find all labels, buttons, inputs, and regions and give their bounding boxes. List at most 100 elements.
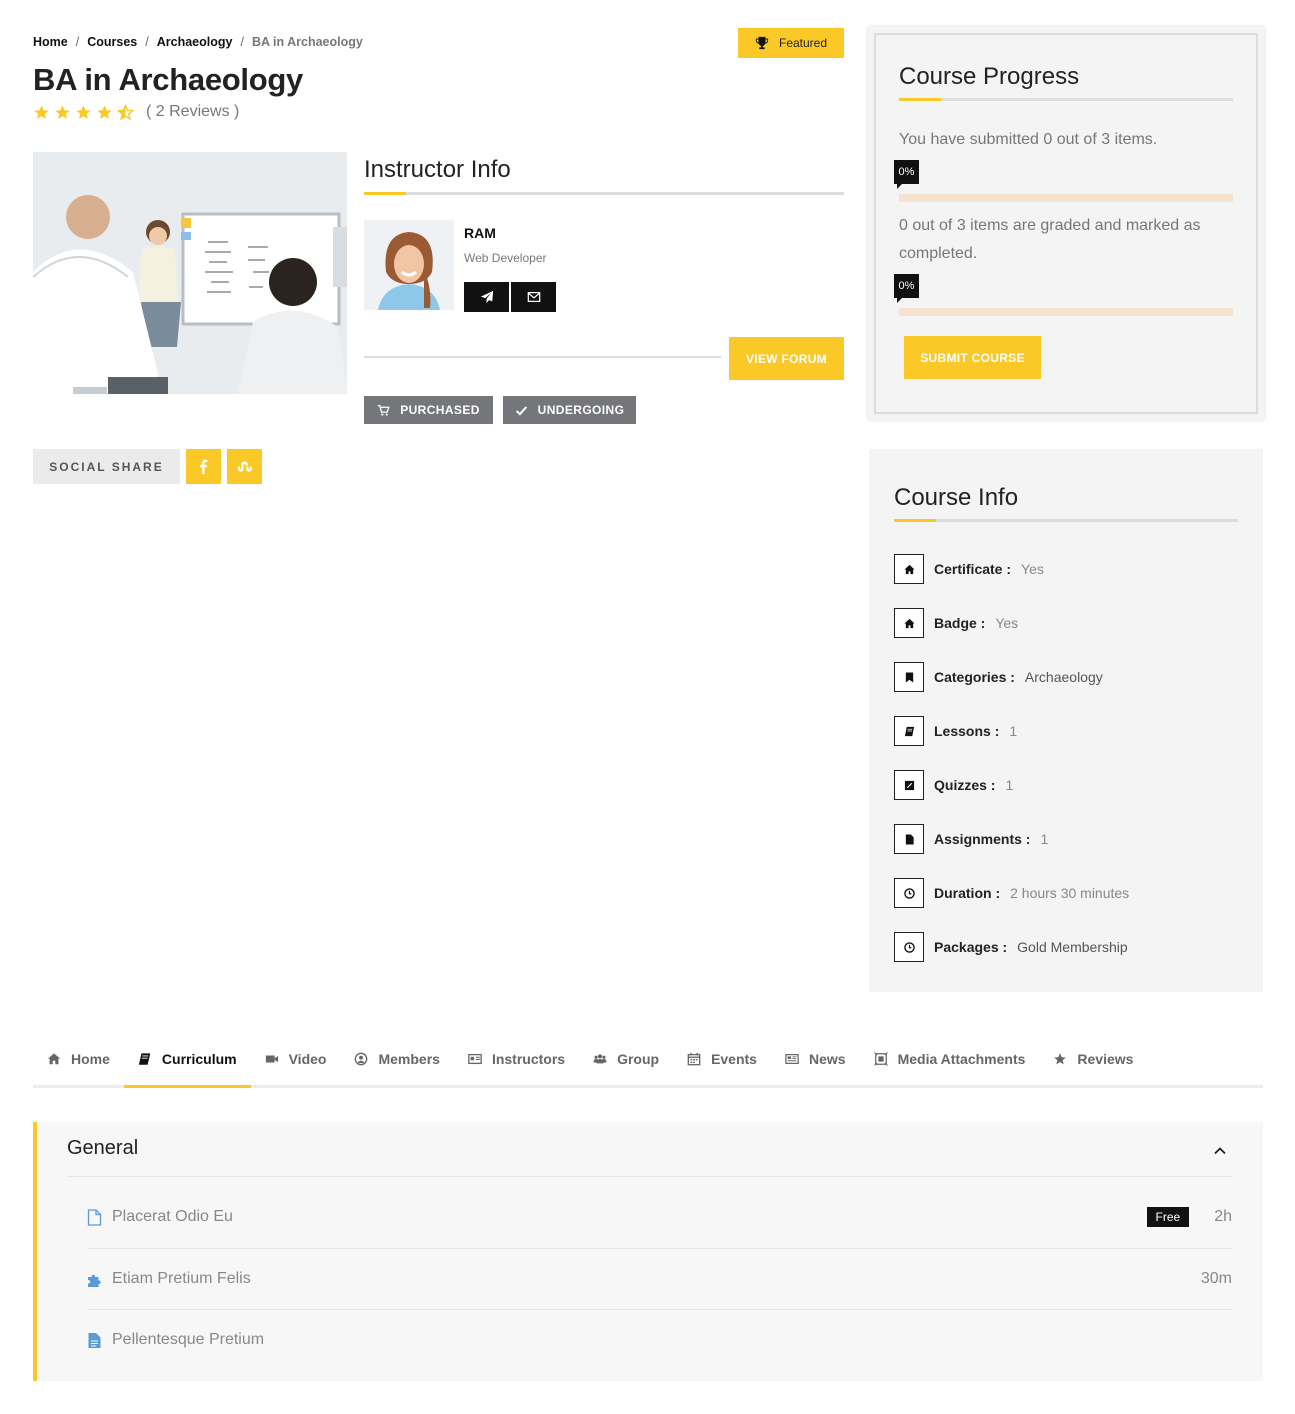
calendar-icon <box>687 1052 701 1065</box>
email-button[interactable] <box>511 282 556 312</box>
title-underline <box>364 192 844 195</box>
paper-plane-icon <box>480 290 493 304</box>
star-icon <box>34 104 49 119</box>
info-value: 2 hours 30 minutes <box>1010 885 1130 901</box>
curriculum-section-title[interactable]: General <box>67 1137 138 1160</box>
tab-news[interactable]: News <box>771 1032 860 1085</box>
newspaper-icon <box>785 1053 799 1064</box>
info-row-categories: Categories : Archaeology <box>894 662 1103 692</box>
info-value: Yes <box>995 615 1019 631</box>
tab-instructors[interactable]: Instructors <box>454 1032 579 1085</box>
lesson-title[interactable]: Pellentesque Pretium <box>112 1331 264 1349</box>
course-info-title: Course Info <box>894 484 1019 511</box>
stumbleupon-share-button[interactable] <box>227 449 262 484</box>
info-value: 1 <box>1005 777 1014 793</box>
lesson-item[interactable]: Pellentesque Pretium <box>87 1325 1232 1355</box>
featured-badge: Featured <box>738 28 844 58</box>
send-message-button[interactable] <box>464 282 509 312</box>
tab-label: Curriculum <box>161 1050 237 1067</box>
breadcrumb-current: BA in Archaeology <box>251 35 363 49</box>
instructor-role: Web Developer <box>464 251 547 265</box>
lesson-item[interactable]: Etiam Pretium Felis 30m <box>87 1264 1232 1294</box>
tab-label: Media Attachments <box>897 1050 1026 1067</box>
undergoing-button[interactable]: UNDERGOING <box>503 396 636 424</box>
tab-label: Group <box>617 1050 660 1067</box>
tab-group[interactable]: Group <box>579 1032 673 1085</box>
home-icon <box>894 554 924 584</box>
book-icon <box>138 1052 151 1065</box>
course-image <box>33 152 347 394</box>
instructor-info-title: Instructor Info <box>364 156 511 183</box>
info-key: Quizzes : <box>934 777 996 793</box>
info-key: Badge : <box>934 615 986 631</box>
divider <box>364 356 721 358</box>
file-outline-icon <box>87 1208 102 1226</box>
submitted-percent-tooltip: 0% <box>894 160 919 189</box>
stumbleupon-icon <box>237 461 252 472</box>
tab-video[interactable]: Video <box>251 1032 341 1085</box>
tab-media-attachments[interactable]: Media Attachments <box>860 1032 1040 1085</box>
breadcrumb-courses[interactable]: Courses <box>87 35 137 49</box>
tab-label: Home <box>71 1050 110 1067</box>
info-row-assignments: Assignments : 1 <box>894 824 1048 854</box>
info-value[interactable]: Gold Membership <box>1017 939 1128 955</box>
breadcrumb-home[interactable]: Home <box>33 35 68 49</box>
star-icon <box>55 104 70 119</box>
user-circle-icon <box>355 1052 368 1065</box>
info-value: 1 <box>1009 723 1018 739</box>
divider <box>87 1248 1232 1249</box>
tab-reviews[interactable]: Reviews <box>1039 1032 1147 1085</box>
star-half-icon <box>117 103 134 121</box>
info-row-certificate: Certificate : Yes <box>894 554 1044 584</box>
facebook-icon <box>200 459 208 474</box>
breadcrumb-archaeology[interactable]: Archaeology <box>157 35 233 49</box>
breadcrumb-separator: / <box>145 35 149 49</box>
id-card-icon <box>468 1053 482 1064</box>
lesson-title[interactable]: Placerat Odio Eu <box>112 1208 233 1226</box>
divider <box>87 1309 1232 1310</box>
purchased-button[interactable]: PURCHASED <box>364 396 493 424</box>
tab-label: News <box>808 1050 846 1067</box>
check-icon <box>515 405 527 416</box>
info-key: Categories : <box>934 669 1015 685</box>
file-icon <box>894 824 924 854</box>
facebook-share-button[interactable] <box>186 449 221 484</box>
page-title: BA in Archaeology <box>33 62 303 97</box>
submitted-text: You have submitted 0 out of 3 items. <box>899 131 1158 148</box>
tab-label: Reviews <box>1077 1050 1134 1067</box>
tab-label: Instructors <box>491 1050 566 1067</box>
reviews-count[interactable]: ( 2 Reviews ) <box>146 103 239 121</box>
tab-members[interactable]: Members <box>340 1032 453 1085</box>
star-icon <box>97 104 112 119</box>
lesson-title[interactable]: Etiam Pretium Felis <box>112 1270 251 1288</box>
info-row-duration: Duration : 2 hours 30 minutes <box>894 878 1129 908</box>
info-row-badge: Badge : Yes <box>894 608 1018 638</box>
home-icon <box>894 608 924 638</box>
featured-label: Featured <box>778 36 828 50</box>
tab-home[interactable]: Home <box>33 1032 124 1085</box>
star-icon <box>76 104 91 119</box>
lesson-item[interactable]: Placerat Odio Eu Free 2h <box>87 1202 1232 1232</box>
undergoing-label: UNDERGOING <box>537 403 625 417</box>
trophy-icon <box>755 36 769 50</box>
instructor-avatar[interactable] <box>364 220 454 310</box>
book-icon <box>894 716 924 746</box>
clock-icon <box>894 932 924 962</box>
info-value: Yes <box>1021 561 1044 577</box>
title-underline <box>899 98 1233 101</box>
info-row-packages: Packages : Gold Membership <box>894 932 1128 962</box>
tab-events[interactable]: Events <box>673 1032 771 1085</box>
purchased-label: PURCHASED <box>400 403 480 417</box>
puzzle-icon <box>88 1274 101 1287</box>
graded-progress-bar <box>899 308 1233 316</box>
instructor-name[interactable]: RAM <box>464 225 496 241</box>
submit-course-button[interactable]: SUBMIT COURSE <box>904 336 1041 379</box>
divider <box>67 1176 1232 1177</box>
tab-curriculum[interactable]: Curriculum <box>123 1032 251 1088</box>
view-forum-button[interactable]: VIEW FORUM <box>729 337 844 380</box>
info-value[interactable]: Archaeology <box>1025 669 1103 685</box>
chevron-up-icon[interactable] <box>1212 1143 1228 1159</box>
tab-label: Events <box>711 1050 757 1067</box>
tab-label: Video <box>288 1050 327 1067</box>
home-icon <box>47 1052 61 1064</box>
